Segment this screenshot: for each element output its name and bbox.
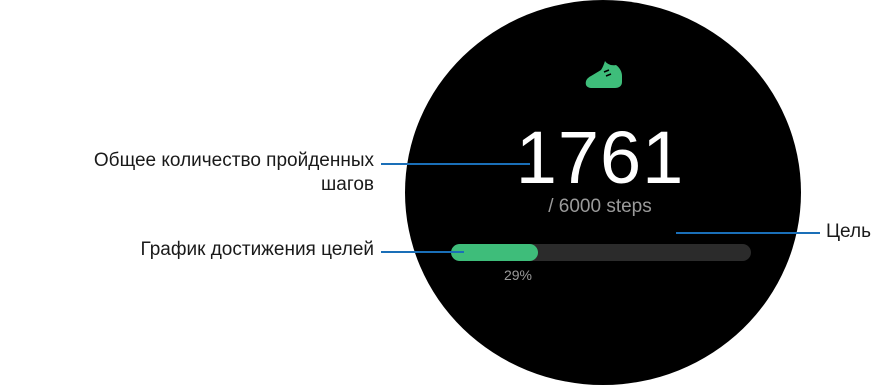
step-count: 1761 (515, 116, 685, 199)
goal-progress-percent: 29% (503, 267, 533, 283)
leader-line-goal-progress (381, 251, 464, 253)
callout-total-steps-line2: шагов (321, 174, 374, 195)
goal-progress-fill (451, 244, 538, 261)
callout-total-steps: Общее количество пройденных шагов (94, 149, 374, 197)
callout-goal-progress: График достижения целей (140, 239, 374, 260)
running-shoe-icon (585, 61, 622, 88)
goal-progress-bar (451, 244, 751, 261)
leader-line-goal (676, 232, 820, 234)
callout-goal: Цель (826, 221, 871, 242)
leader-line-total-steps (381, 163, 530, 165)
goal-steps: / 6000 steps (548, 196, 652, 217)
callout-total-steps-line1: Общее количество пройденных (93, 150, 374, 171)
